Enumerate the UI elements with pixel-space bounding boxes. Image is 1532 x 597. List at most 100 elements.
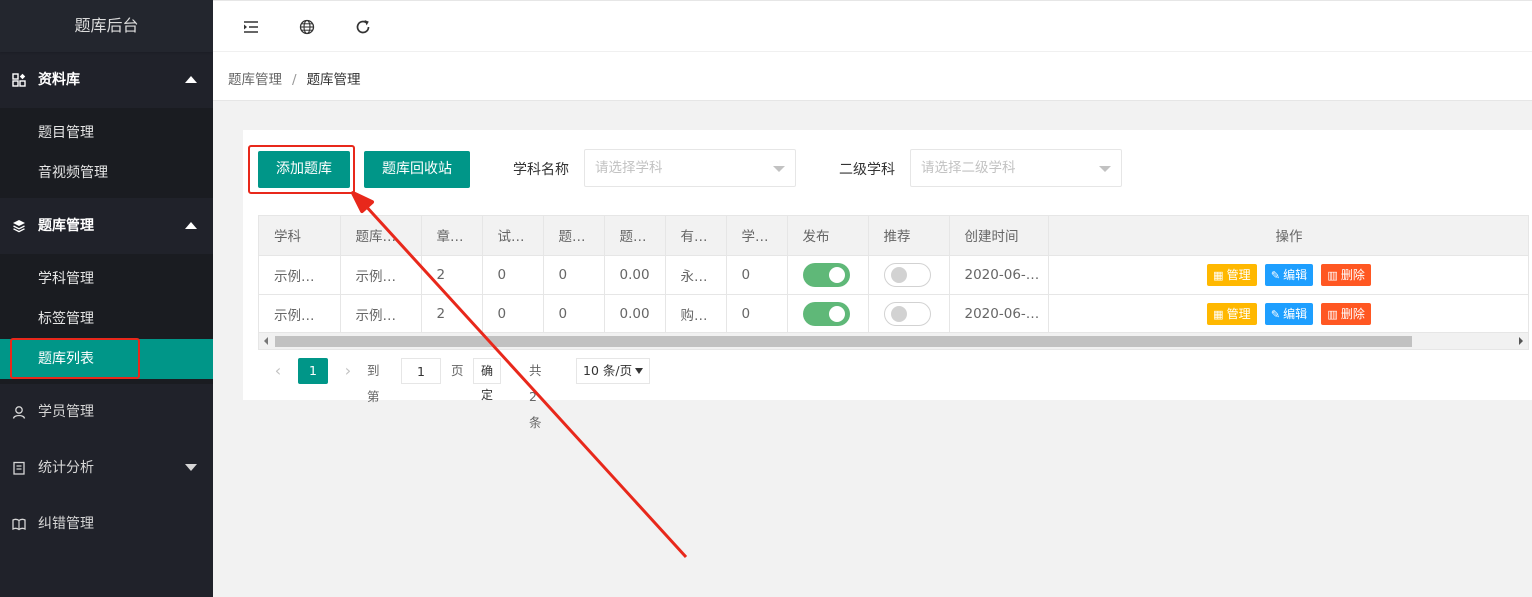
menu-fold-icon[interactable] bbox=[242, 18, 260, 36]
sidebar-item-students[interactable]: 学员管理 bbox=[0, 384, 213, 440]
chevron-down-icon bbox=[773, 166, 785, 172]
actions-cell: ▦ 管理 ✎ 编辑 ▥ 删除 bbox=[1048, 255, 1528, 295]
column-header[interactable]: 创建时间 bbox=[949, 216, 1049, 256]
recommend-toggle[interactable] bbox=[883, 262, 931, 287]
breadcrumb-current: 题库管理 bbox=[306, 72, 361, 88]
nav-head-bank[interactable]: 题库管理 bbox=[0, 198, 213, 254]
sidebar: 题库后台 资料库 题目管理 音视频管理 题库管理 学科管理 标签管理 题库列表 … bbox=[0, 0, 213, 597]
chevron-up-icon bbox=[185, 222, 197, 229]
publish-toggle[interactable] bbox=[802, 262, 850, 287]
table-cell: 2 bbox=[421, 255, 483, 295]
column-header[interactable]: 题… bbox=[543, 216, 605, 256]
nav-head-label: 题库管理 bbox=[38, 218, 94, 234]
publish-toggle[interactable] bbox=[802, 301, 850, 326]
scroll-right-icon[interactable] bbox=[1519, 337, 1523, 345]
pencil-icon: ✎ bbox=[1270, 307, 1281, 321]
chevron-right-icon[interactable]: › bbox=[340, 358, 356, 384]
table-cell: 示例… bbox=[340, 255, 422, 295]
chevron-down-icon bbox=[185, 464, 197, 471]
grid-icon bbox=[12, 73, 26, 87]
toggle-knob bbox=[890, 266, 907, 283]
horizontal-scrollbar[interactable] bbox=[259, 332, 1528, 349]
annotation-highlight-add-button bbox=[248, 145, 355, 194]
annotation-highlight-bank-list bbox=[10, 338, 140, 379]
scroll-left-icon[interactable] bbox=[264, 337, 268, 345]
column-header[interactable]: 章… bbox=[421, 216, 483, 256]
column-header[interactable]: 学… bbox=[726, 216, 788, 256]
toggle-knob bbox=[890, 305, 907, 322]
table-cell: 示例… bbox=[340, 294, 422, 334]
manage-label: 管理 bbox=[1226, 306, 1251, 321]
sidebar-item-questions[interactable]: 题目管理 bbox=[0, 113, 213, 153]
edit-button[interactable]: ✎ 编辑 bbox=[1264, 263, 1314, 286]
nav-group-materials: 资料库 题目管理 音视频管理 bbox=[0, 52, 213, 198]
chevron-left-icon[interactable]: ‹ bbox=[270, 358, 286, 384]
table-cell bbox=[868, 255, 950, 295]
delete-label: 删除 bbox=[1340, 306, 1365, 321]
goto-page-input[interactable] bbox=[401, 358, 441, 384]
sub-subject-input[interactable] bbox=[911, 150, 1121, 186]
column-header[interactable]: 题库… bbox=[340, 216, 422, 256]
top-bar bbox=[213, 0, 1532, 52]
goto-label: 到第 bbox=[367, 363, 380, 404]
sidebar-item-media[interactable]: 音视频管理 bbox=[0, 153, 213, 193]
nav-head-label: 纠错管理 bbox=[38, 516, 94, 532]
scrollbar-thumb[interactable] bbox=[275, 336, 1412, 347]
edit-button[interactable]: ✎ 编辑 bbox=[1264, 302, 1314, 325]
refresh-icon[interactable] bbox=[354, 18, 372, 36]
table-cell: 0 bbox=[543, 255, 605, 295]
caret-down-icon bbox=[635, 368, 643, 374]
table-cell: 示例… bbox=[259, 294, 341, 334]
sidebar-item-tags[interactable]: 标签管理 bbox=[0, 299, 213, 339]
column-header[interactable]: 推荐 bbox=[868, 216, 950, 256]
layers-icon bbox=[13, 220, 25, 233]
page-current[interactable]: 1 bbox=[298, 358, 328, 384]
globe-icon[interactable] bbox=[298, 18, 316, 36]
edit-label: 编辑 bbox=[1283, 267, 1308, 282]
breadcrumb-separator: / bbox=[292, 72, 297, 88]
trash-icon: ▥ bbox=[1327, 268, 1338, 282]
actions-cell: ▦ 管理 ✎ 编辑 ▥ 删除 bbox=[1048, 294, 1528, 334]
trash-icon: ▥ bbox=[1327, 307, 1338, 321]
goto-confirm-button[interactable]: 确定 bbox=[473, 358, 502, 402]
page-size-value: 10 条/页 bbox=[583, 363, 633, 378]
table-cell bbox=[868, 294, 950, 334]
breadcrumb-bar: 题库管理 / 题库管理 bbox=[213, 52, 1532, 101]
breadcrumb-parent[interactable]: 题库管理 bbox=[228, 72, 282, 88]
total-count: 共 2 条 bbox=[529, 363, 542, 430]
bank-table: 学科 题库… 章… 试… 题… 题… 有… 学… 发布 推荐 创建时间 操作 示… bbox=[258, 215, 1529, 350]
page-size-select[interactable]: 10 条/页 bbox=[576, 358, 650, 384]
column-header[interactable]: 题… bbox=[604, 216, 666, 256]
column-header[interactable]: 试… bbox=[482, 216, 544, 256]
delete-label: 删除 bbox=[1340, 267, 1365, 282]
table-cell: 永… bbox=[665, 255, 727, 295]
manage-label: 管理 bbox=[1226, 267, 1251, 282]
subject-select[interactable] bbox=[584, 149, 796, 187]
column-header[interactable]: 有… bbox=[665, 216, 727, 256]
table-cell bbox=[787, 294, 869, 334]
table-cell: 2020-06-02 1 bbox=[949, 255, 1049, 295]
delete-button[interactable]: ▥ 删除 bbox=[1321, 263, 1371, 286]
column-header[interactable]: 发布 bbox=[787, 216, 869, 256]
toggle-knob bbox=[828, 305, 845, 322]
table-cell: 0.00 bbox=[604, 294, 666, 334]
sidebar-item-subjects[interactable]: 学科管理 bbox=[0, 259, 213, 299]
sub-subject-select[interactable] bbox=[910, 149, 1122, 187]
manage-button[interactable]: ▦ 管理 bbox=[1207, 302, 1257, 325]
column-header[interactable]: 学科 bbox=[259, 216, 341, 256]
table-cell: 0.00 bbox=[604, 255, 666, 295]
subject-input[interactable] bbox=[585, 150, 795, 186]
brand-title: 题库后台 bbox=[0, 0, 213, 52]
table-cell: 0 bbox=[482, 255, 544, 295]
delete-button[interactable]: ▥ 删除 bbox=[1321, 302, 1371, 325]
clipboard-icon bbox=[13, 461, 25, 475]
recommend-toggle[interactable] bbox=[883, 301, 931, 326]
recycle-bin-button[interactable]: 题库回收站 bbox=[364, 151, 470, 188]
nav-head-materials[interactable]: 资料库 bbox=[0, 52, 213, 108]
table-cell: 0 bbox=[726, 294, 788, 334]
table-cell: 示例… bbox=[259, 255, 341, 295]
chevron-down-icon bbox=[1099, 166, 1111, 172]
sidebar-item-statistics[interactable]: 统计分析 bbox=[0, 440, 213, 496]
manage-button[interactable]: ▦ 管理 bbox=[1207, 263, 1257, 286]
sidebar-item-errata[interactable]: 纠错管理 bbox=[0, 496, 213, 552]
